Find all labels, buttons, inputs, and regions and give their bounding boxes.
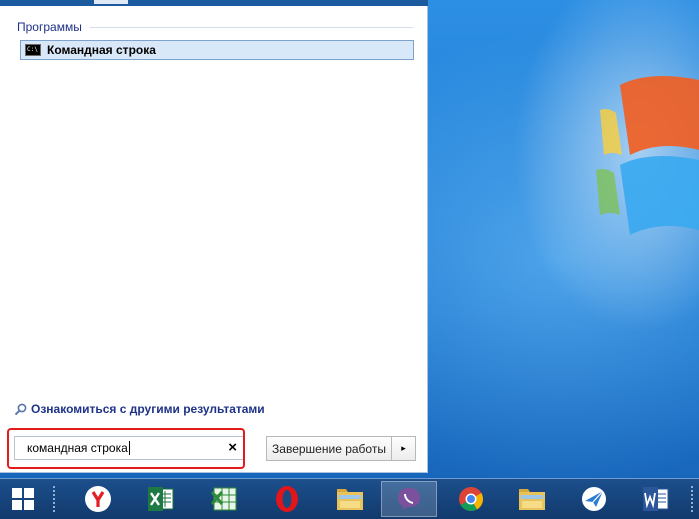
taskbar-item-chrome[interactable] bbox=[443, 481, 499, 517]
folder-icon bbox=[519, 489, 545, 510]
section-divider bbox=[89, 26, 413, 28]
more-results-link[interactable]: Ознакомиться с другими результатами bbox=[14, 402, 265, 416]
more-results-label: Ознакомиться с другими результатами bbox=[31, 402, 265, 416]
folder-icon bbox=[337, 489, 363, 510]
start-menu: Программы C:\ Командная строка Ознакомит… bbox=[0, 0, 428, 473]
chrome-icon bbox=[459, 487, 484, 512]
taskbar-item-viber[interactable] bbox=[381, 481, 437, 517]
windows-start-icon bbox=[11, 488, 34, 510]
taskbar-item-excel[interactable] bbox=[133, 481, 189, 517]
spreadsheet-icon bbox=[210, 487, 237, 511]
yandex-icon bbox=[85, 486, 111, 512]
taskbar-item-word[interactable] bbox=[628, 481, 684, 517]
excel-icon bbox=[148, 487, 174, 511]
opera-icon bbox=[276, 486, 298, 512]
shutdown-options-button[interactable]: ▸ bbox=[392, 436, 416, 461]
search-icon bbox=[14, 403, 27, 415]
taskbar bbox=[0, 478, 699, 519]
top-strip-tab bbox=[94, 0, 128, 4]
taskbar-item-file-explorer-2[interactable] bbox=[504, 481, 560, 517]
start-button[interactable] bbox=[0, 479, 45, 519]
taskbar-item-file-explorer[interactable] bbox=[322, 481, 378, 517]
result-item-command-prompt[interactable]: C:\ Командная строка bbox=[20, 40, 414, 60]
taskbar-grip[interactable] bbox=[52, 485, 56, 513]
section-title: Программы bbox=[17, 20, 82, 34]
messenger-icon bbox=[582, 487, 606, 511]
taskbar-item-messenger[interactable] bbox=[566, 481, 622, 517]
word-icon bbox=[643, 487, 669, 511]
result-item-label: Командная строка bbox=[47, 43, 156, 57]
taskbar-item-spreadsheet[interactable] bbox=[196, 481, 252, 517]
taskbar-grip-right[interactable] bbox=[690, 485, 694, 513]
programs-section-header: Программы bbox=[17, 17, 413, 37]
shutdown-button[interactable]: Завершение работы bbox=[266, 436, 392, 461]
viber-icon bbox=[398, 488, 420, 510]
start-menu-top-strip bbox=[0, 0, 428, 6]
annotation-highlight-box bbox=[7, 428, 245, 469]
taskbar-item-opera[interactable] bbox=[259, 481, 315, 517]
chevron-right-icon: ▸ bbox=[401, 443, 406, 453]
cmd-icon: C:\ bbox=[25, 44, 41, 56]
windows-logo-wallpaper bbox=[596, 76, 699, 235]
taskbar-item-yandex-browser[interactable] bbox=[70, 481, 126, 517]
